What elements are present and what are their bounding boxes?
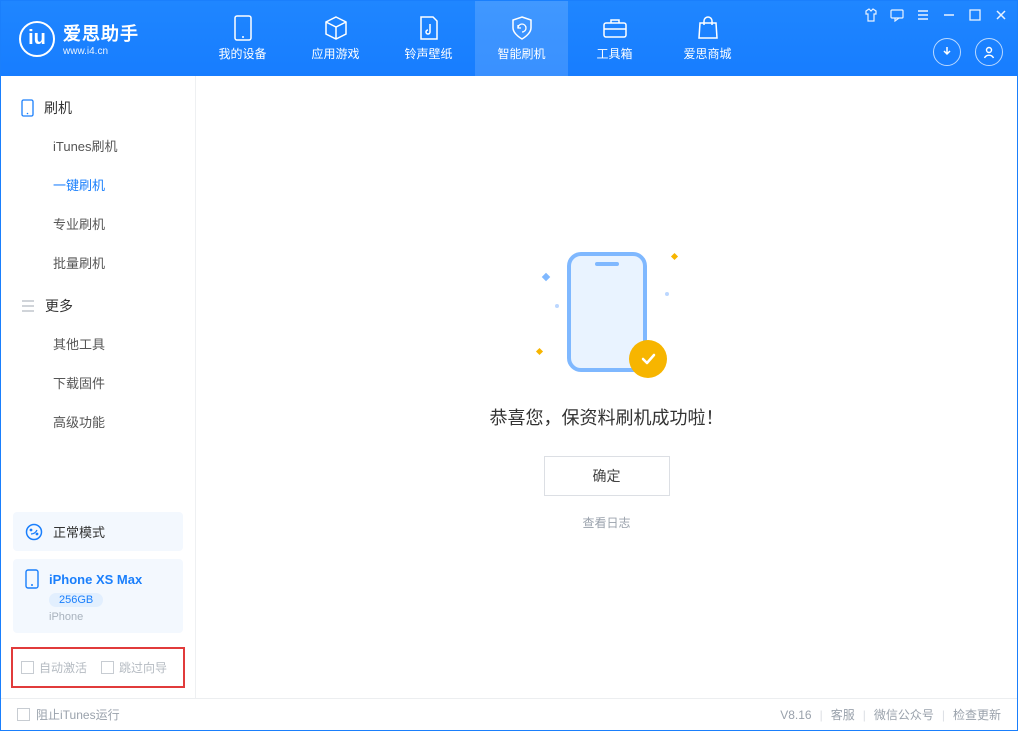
main-nav: 我的设备 应用游戏 铃声壁纸 智能刷机 工具箱 爱思商城 [196, 1, 754, 76]
nav-ringtones-wallpapers[interactable]: 铃声壁纸 [382, 1, 475, 76]
nav-my-device[interactable]: 我的设备 [196, 1, 289, 76]
checkbox-block-itunes[interactable]: 阻止iTunes运行 [17, 706, 120, 723]
sidebar-item-other-tools[interactable]: 其他工具 [1, 324, 195, 363]
view-log-link[interactable]: 查看日志 [582, 514, 630, 531]
checkbox-icon [17, 708, 30, 721]
mode-icon [25, 523, 43, 541]
success-illustration [537, 244, 677, 384]
sidebar-item-batch-flash[interactable]: 批量刷机 [1, 243, 195, 282]
mode-card[interactable]: 正常模式 [13, 512, 183, 551]
sidebar-item-oneclick-flash[interactable]: 一键刷机 [1, 165, 195, 204]
checkbox-icon [21, 661, 34, 674]
titlebar-actions [933, 38, 1003, 66]
version-label: V8.16 [780, 708, 811, 722]
link-check-update[interactable]: 检查更新 [953, 706, 1001, 723]
nav-smart-flash[interactable]: 智能刷机 [475, 1, 568, 76]
sidebar-item-download-firmware[interactable]: 下载固件 [1, 363, 195, 402]
minimize-button[interactable] [941, 7, 957, 23]
logo-section: iu 爱思助手 www.i4.cn [1, 20, 196, 57]
sidebar-head-flash: 刷机 [1, 90, 195, 126]
sidebar-item-pro-flash[interactable]: 专业刷机 [1, 204, 195, 243]
sidebar-group-more: 更多 其他工具 下载固件 高级功能 [1, 288, 195, 447]
sidebar-head-more: 更多 [1, 288, 195, 324]
skin-icon[interactable] [863, 7, 879, 23]
device-name: iPhone XS Max [49, 572, 142, 587]
maximize-button[interactable] [967, 7, 983, 23]
device-card[interactable]: iPhone XS Max 256GB iPhone [13, 559, 183, 633]
main-content: 恭喜您，保资料刷机成功啦！ 确定 查看日志 [196, 76, 1017, 698]
list-icon [21, 300, 35, 312]
link-support[interactable]: 客服 [831, 706, 855, 723]
music-file-icon [416, 15, 442, 41]
shield-refresh-icon [509, 15, 535, 41]
statusbar: 阻止iTunes运行 V8.16 | 客服 | 微信公众号 | 检查更新 [1, 698, 1017, 730]
storage-badge: 256GB [49, 593, 103, 607]
checkbox-skip-guide[interactable]: 跳过向导 [101, 659, 167, 676]
logo-icon: iu [19, 21, 55, 57]
nav-store[interactable]: 爱思商城 [661, 1, 754, 76]
sidebar-group-flash: 刷机 iTunes刷机 一键刷机 专业刷机 批量刷机 [1, 90, 195, 288]
device-icon [21, 99, 34, 117]
user-button[interactable] [975, 38, 1003, 66]
nav-apps-games[interactable]: 应用游戏 [289, 1, 382, 76]
ok-button[interactable]: 确定 [544, 456, 670, 496]
body: 刷机 iTunes刷机 一键刷机 专业刷机 批量刷机 更多 其他工具 下载固件 … [1, 76, 1017, 698]
app-url: www.i4.cn [63, 46, 139, 57]
phone-icon [230, 15, 256, 41]
download-button[interactable] [933, 38, 961, 66]
success-message: 恭喜您，保资料刷机成功啦！ [490, 404, 724, 430]
app-window: iu 爱思助手 www.i4.cn 我的设备 应用游戏 铃声壁纸 智能刷机 [0, 0, 1018, 731]
checkbox-icon [101, 661, 114, 674]
sidebar-item-itunes-flash[interactable]: iTunes刷机 [1, 126, 195, 165]
toolbox-icon [602, 15, 628, 41]
mode-label: 正常模式 [53, 522, 105, 541]
sidebar-item-advanced[interactable]: 高级功能 [1, 402, 195, 441]
link-wechat[interactable]: 微信公众号 [874, 706, 934, 723]
checkbox-auto-activate[interactable]: 自动激活 [21, 659, 87, 676]
device-type: iPhone [49, 611, 171, 623]
cube-icon [323, 15, 349, 41]
phone-small-icon [25, 569, 39, 589]
titlebar: iu 爱思助手 www.i4.cn 我的设备 应用游戏 铃声壁纸 智能刷机 [1, 1, 1017, 76]
sidebar: 刷机 iTunes刷机 一键刷机 专业刷机 批量刷机 更多 其他工具 下载固件 … [1, 76, 196, 698]
nav-toolbox[interactable]: 工具箱 [568, 1, 661, 76]
feedback-icon[interactable] [889, 7, 905, 23]
close-button[interactable] [993, 7, 1009, 23]
bag-icon [695, 15, 721, 41]
menu-icon[interactable] [915, 7, 931, 23]
window-controls [863, 7, 1009, 23]
checkmark-icon [629, 340, 667, 378]
app-name: 爱思助手 [63, 20, 139, 46]
highlighted-options: 自动激活 跳过向导 [11, 647, 185, 688]
